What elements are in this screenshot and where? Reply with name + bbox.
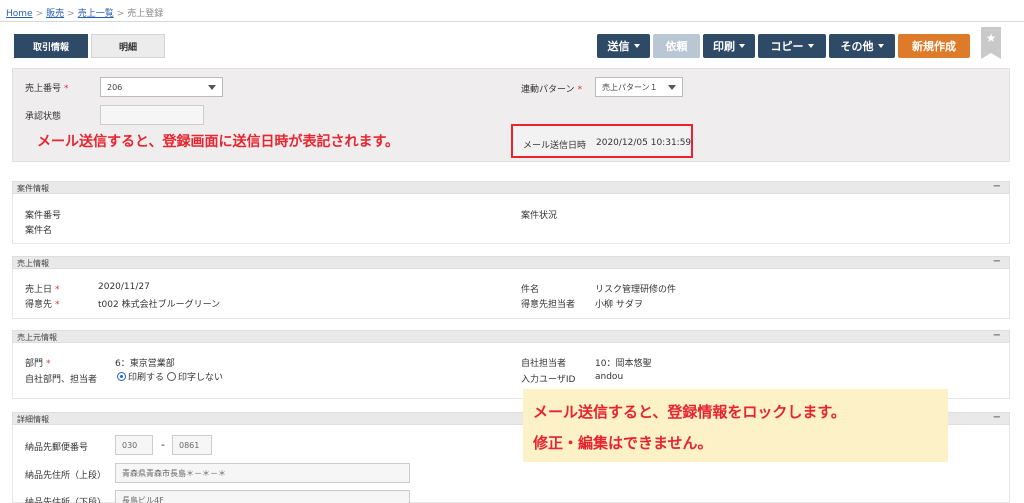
collapse-icon[interactable]: − (993, 256, 1001, 267)
print-button-label: 印刷 (713, 40, 735, 53)
zip-first-input[interactable]: 030 (115, 435, 153, 455)
breadcrumb: Home > 販売 > 売上一覧 > 売上登録 (6, 6, 163, 20)
breadcrumb-current: 売上登録 (127, 9, 164, 19)
print-option-group: 印刷する 印字しない (117, 370, 223, 383)
zip-label: 納品先郵便番号 (25, 443, 89, 453)
sales-number-label: 売上番号 * (25, 84, 69, 94)
header-divider (0, 21, 1024, 22)
breadcrumb-separator: > (116, 9, 125, 19)
print-on-radio[interactable] (117, 372, 126, 381)
breadcrumb-sales-link[interactable]: 販売 (46, 9, 64, 19)
case-status-label: 案件状況 (521, 211, 558, 221)
staff-label: 自社担当者 (521, 359, 567, 369)
department-value: 6：東京営業部 (115, 359, 175, 369)
department-label: 部門 * (25, 359, 51, 369)
case-number-label: 案件番号 (25, 211, 62, 221)
address-lower-input[interactable]: 長島ビル4F (115, 490, 410, 503)
collapse-icon[interactable]: − (993, 330, 1001, 341)
address-lower-label: 納品先住所（下段） (25, 498, 107, 503)
print-button[interactable]: 印刷 (703, 34, 755, 58)
print-off-radio[interactable] (167, 372, 177, 381)
approval-label: 承認状態 (25, 112, 62, 122)
pattern-select[interactable]: 売上パターン１ (595, 77, 683, 97)
annotation-lock-line2: 修正・編集はできません。 (533, 434, 713, 452)
copy-button-label: コピー (770, 40, 804, 53)
bookmark-button[interactable]: ★ (981, 27, 1001, 59)
print-option-label: 自社部門、担当者 (25, 375, 98, 385)
section-title: 案件情報 (17, 184, 49, 193)
customer-label: 得意先 * (25, 300, 60, 310)
send-button[interactable]: 送信 (597, 34, 650, 58)
section-title: 売上情報 (17, 259, 49, 268)
chevron-down-icon (807, 44, 814, 48)
request-button[interactable]: 依頼 (653, 34, 700, 58)
collapse-icon[interactable]: − (993, 412, 1001, 423)
breadcrumb-separator: > (67, 9, 75, 19)
tab-deal-info[interactable]: 取引情報 (14, 34, 88, 58)
send-button-label: 送信 (607, 40, 630, 53)
sales-number-select[interactable]: 206 (100, 77, 223, 97)
address-upper-label: 納品先住所（上段） (25, 471, 107, 481)
zip-dash: - (161, 438, 165, 451)
annotation-lock-line1: メール送信すると、登録情報をロックします。 (533, 403, 846, 421)
breadcrumb-home-link[interactable]: Home (6, 9, 33, 19)
approval-input[interactable] (100, 105, 204, 125)
chevron-down-icon (668, 85, 676, 90)
section-case-body (12, 194, 1010, 244)
staff-value: 10：岡本悠聖 (595, 359, 652, 369)
address-upper-input[interactable]: 青森県青森市長島＊－＊－＊ (115, 463, 410, 483)
section-title: 売上元情報 (17, 333, 57, 342)
customer-contact-label: 得意先担当者 (521, 300, 576, 310)
subject-value: リスク管理研修の件 (595, 285, 677, 295)
section-sales-header[interactable]: 売上情報 − (12, 256, 1010, 269)
subject-label: 件名 (521, 285, 540, 295)
input-user-value: andou (595, 372, 624, 382)
sales-date-label: 売上日 * (25, 285, 60, 295)
pattern-value: 売上パターン１ (602, 82, 658, 92)
customer-contact-value: 小柳 サダヲ (595, 300, 643, 310)
zip-second-input[interactable]: 0861 (172, 435, 212, 455)
breadcrumb-sales-list-link[interactable]: 売上一覧 (78, 9, 114, 19)
copy-button[interactable]: コピー (758, 34, 826, 58)
case-name-label: 案件名 (25, 226, 53, 236)
mail-sent-label: メール送信日時 (523, 141, 587, 151)
mail-sent-highlight: メール送信日時 2020/12/05 10:31:59 (511, 124, 693, 158)
new-button[interactable]: 新規作成 (898, 34, 970, 58)
star-icon: ★ (985, 31, 997, 45)
section-title: 詳細情報 (17, 415, 49, 424)
customer-value: t002 株式会社ブルーグリーン (98, 300, 221, 310)
chevron-down-icon (739, 44, 745, 48)
input-user-label: 入力ユーザID (521, 375, 576, 385)
collapse-icon[interactable]: − (993, 181, 1001, 192)
chevron-down-icon (208, 85, 216, 90)
sales-date-value: 2020/11/27 (98, 282, 150, 292)
section-sales-body (12, 269, 1010, 319)
annotation-send-datetime: メール送信すると、登録画面に送信日時が表記されます。 (37, 134, 400, 150)
annotation-lock-note: メール送信すると、登録情報をロックします。 修正・編集はできません。 (523, 389, 948, 462)
section-case-header[interactable]: 案件情報 − (12, 181, 1010, 194)
mail-sent-value: 2020/12/05 10:31:59 (596, 138, 692, 148)
tab-details[interactable]: 明細 (91, 34, 165, 58)
chevron-down-icon (877, 44, 884, 48)
print-off-label[interactable]: 印字しない (178, 373, 223, 383)
breadcrumb-separator: > (35, 9, 44, 19)
pattern-label: 連動パターン * (521, 85, 583, 95)
other-button-label: その他 (840, 40, 874, 53)
section-seller-header[interactable]: 売上元情報 − (12, 330, 1010, 343)
print-on-label[interactable]: 印刷する (128, 373, 164, 383)
other-button[interactable]: その他 (829, 34, 895, 58)
chevron-down-icon (633, 44, 640, 48)
sales-number-value: 206 (107, 82, 123, 92)
